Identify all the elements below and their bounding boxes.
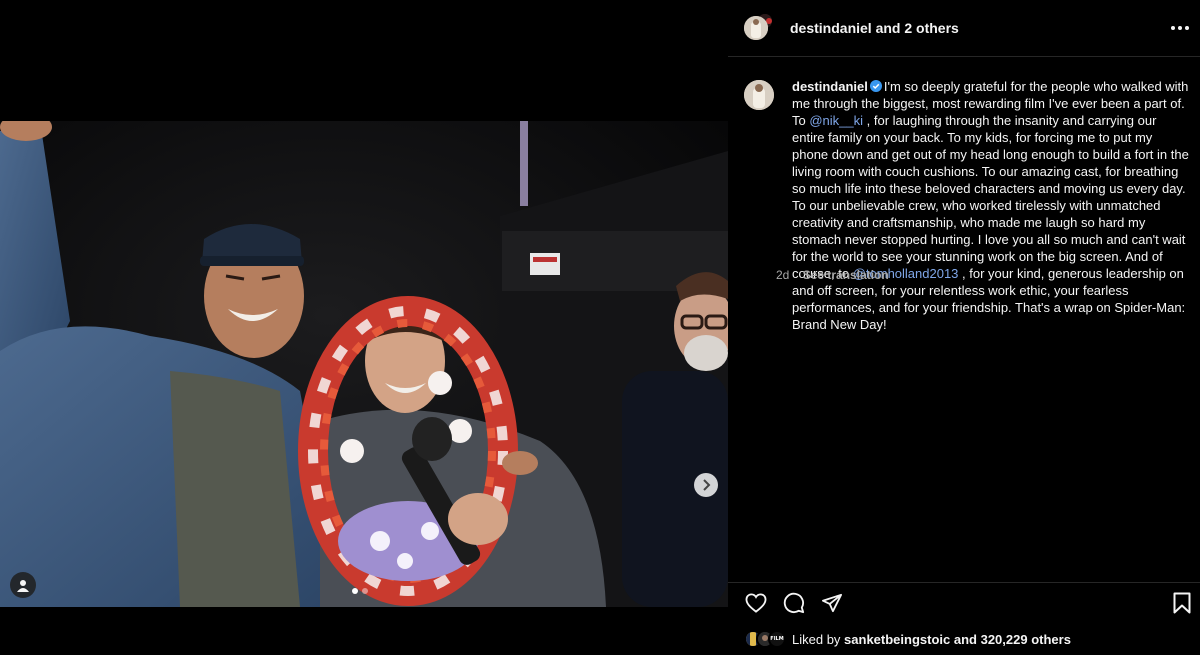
mention-nik-ki[interactable]: @nik__ki [809,113,863,128]
liker-avatar-label: FILM [770,636,784,642]
comment-button[interactable] [782,591,806,615]
post-photo[interactable] [0,121,728,607]
post-timestamp[interactable]: 2d [776,268,789,282]
tagged-users-button[interactable] [10,572,36,598]
likes-username[interactable]: sanketbeingstoic [844,632,950,647]
liker-avatar-3[interactable]: FILM [768,630,786,648]
chevron-right-icon [703,479,711,491]
heart-icon [745,593,767,613]
post-media [0,0,728,655]
post-side-panel: destindaniel and 2 others destindaniel I'… [728,0,1200,655]
like-button[interactable] [744,591,768,615]
likes-row: FILM Liked by sanketbeingstoic and 320,2… [744,628,1071,650]
author-avatar[interactable] [744,16,768,40]
post-header: destindaniel and 2 others [728,0,1200,57]
bookmark-icon [1173,592,1191,614]
next-slide-button[interactable] [694,473,718,497]
more-icon [1171,26,1189,30]
more-options-button[interactable] [1168,18,1192,38]
share-button[interactable] [820,591,844,615]
caption-username[interactable]: destindaniel [792,79,868,94]
share-icon [822,593,842,613]
caption-part-2: , for laughing through the insanity and … [792,113,1189,281]
caption-meta: 2d See translation [776,268,889,282]
action-bar [728,582,1200,622]
caption-avatar[interactable] [744,80,774,110]
comment-icon [783,592,805,614]
verified-icon [869,80,882,92]
user-tag-icon [17,579,29,592]
slide-indicator [352,588,368,594]
header-username[interactable]: destindaniel [790,20,872,36]
slide-dot-2 [362,588,368,594]
slide-dot-1 [352,588,358,594]
see-translation-link[interactable]: See translation [803,268,889,282]
header-authors: destindaniel and 2 others [790,19,959,37]
likes-others[interactable]: and 320,229 others [954,632,1071,647]
likes-summary: Liked by sanketbeingstoic and 320,229 ot… [792,632,1071,647]
save-button[interactable] [1170,591,1194,615]
header-others[interactable]: and 2 others [876,20,959,36]
likes-prefix: Liked by [792,631,841,647]
caption-text: destindaniel I'm so deeply grateful for t… [792,78,1192,333]
